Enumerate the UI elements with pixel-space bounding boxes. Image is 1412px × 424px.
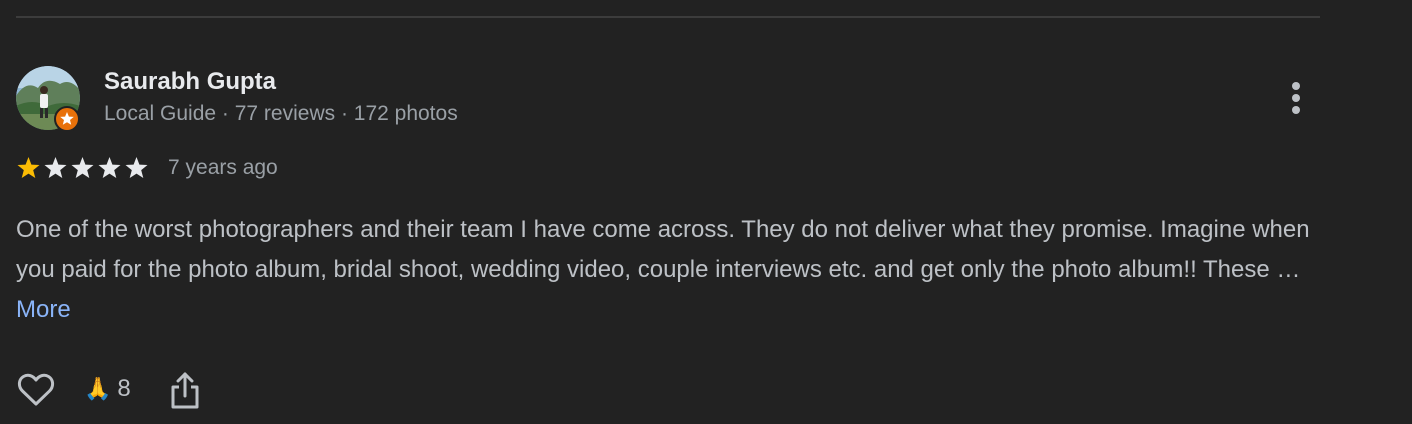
section-divider bbox=[16, 16, 1320, 18]
reviewer-meta[interactable]: Local Guide · 77 reviews · 172 photos bbox=[104, 102, 458, 126]
local-guide-badge bbox=[54, 106, 80, 132]
star-empty-icon bbox=[71, 157, 94, 178]
reviewer-avatar[interactable] bbox=[16, 66, 80, 132]
reaction-button[interactable]: 🙏 8 bbox=[84, 374, 131, 404]
reviewer-name[interactable]: Saurabh Gupta bbox=[104, 68, 276, 96]
star-filled-icon bbox=[17, 157, 40, 178]
more-link[interactable]: More bbox=[16, 296, 71, 323]
review-time: 7 years ago bbox=[168, 156, 278, 179]
heart-outline-icon bbox=[17, 373, 55, 406]
local-guide-star-icon bbox=[60, 112, 74, 125]
review-text: One of the worst photographers and their… bbox=[16, 210, 1316, 330]
reaction-count: 8 bbox=[117, 375, 131, 402]
star-empty-icon bbox=[44, 157, 67, 178]
star-empty-icon bbox=[98, 157, 121, 178]
share-button[interactable] bbox=[168, 370, 202, 410]
more-options-button[interactable] bbox=[1280, 78, 1312, 118]
review-body: One of the worst photographers and their… bbox=[16, 216, 1310, 283]
star-rating bbox=[15, 155, 150, 183]
share-icon bbox=[171, 372, 199, 409]
star-empty-icon bbox=[125, 157, 148, 178]
more-vert-icon bbox=[1292, 82, 1300, 114]
praying-hands-icon: 🙏 bbox=[84, 376, 112, 401]
like-button[interactable] bbox=[16, 370, 56, 408]
